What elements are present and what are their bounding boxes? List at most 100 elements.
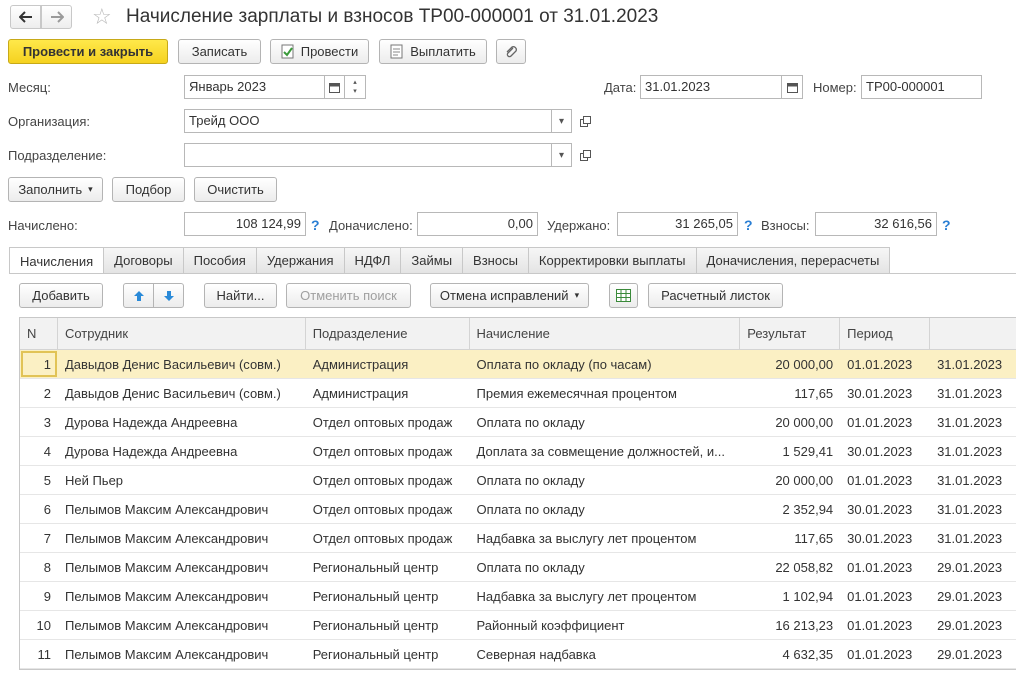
accrual-cell: Оплата по окладу: [476, 415, 585, 430]
table-row[interactable]: 3 Дурова Надежда Андреевна Отдел оптовых п…: [20, 408, 1016, 437]
row-number: 4: [43, 444, 51, 459]
department-cell: Региональный центр: [312, 589, 439, 604]
table-row[interactable]: 8 Пелымов Максим Александрович Региональны…: [20, 553, 1016, 582]
tab-accruals[interactable]: Начисления: [9, 247, 105, 274]
column-header-period[interactable]: Период: [840, 318, 931, 349]
window-title: Начисление зарплаты и взносов ТР00-00000…: [126, 6, 659, 27]
tab-loans[interactable]: Займы: [400, 247, 464, 273]
department-open-button[interactable]: [575, 143, 595, 167]
document-tabs: Начисления Договоры Пособия Удержания НД…: [9, 247, 891, 274]
accrual-cell: Оплата по окладу: [476, 502, 585, 517]
result-cell: 117,65: [794, 386, 834, 401]
accruals-table: N Сотрудник Подразделение Начисление Рез…: [19, 317, 1016, 670]
table-row[interactable]: 10 Пелымов Максим Александрович Региональн…: [20, 611, 1016, 640]
accrued-help-icon[interactable]: ?: [311, 217, 320, 233]
period-end-cell: 29.01.2023: [937, 560, 1003, 575]
stepper-up-icon[interactable]: ▴: [353, 78, 357, 87]
employee-cell: Дурова Надежда Андреевна: [64, 415, 238, 430]
table-row[interactable]: 11 Пелымов Максим Александрович Региональн…: [20, 640, 1016, 669]
month-calendar-button[interactable]: [324, 75, 345, 99]
column-header-result[interactable]: Результат: [740, 318, 841, 349]
cancel-search-button[interactable]: Отменить поиск: [286, 283, 411, 308]
tab-payment-corrections[interactable]: Корректировки выплаты: [527, 247, 697, 273]
period-start-cell: 01.01.2023: [847, 618, 913, 633]
table-row[interactable]: 4 Дурова Надежда Андреевна Отдел оптовых п…: [20, 437, 1016, 466]
tab-contracts[interactable]: Договоры: [103, 247, 184, 273]
employee-cell: Пелымов Максим Александрович: [64, 531, 269, 546]
organization-input[interactable]: Трейд ООО: [184, 109, 552, 133]
accrual-cell: Оплата по окладу: [476, 560, 585, 575]
tab-ndfl[interactable]: НДФЛ: [343, 247, 402, 273]
tab-benefits[interactable]: Пособия: [182, 247, 257, 273]
forward-button[interactable]: [41, 5, 72, 29]
table-row[interactable]: 5 Ней Пьер Отдел оптовых продаж Оплата по о…: [20, 466, 1016, 495]
period-end-cell: 31.01.2023: [937, 502, 1003, 517]
table-row[interactable]: 6 Пелымов Максим Александрович Отдел оптов…: [20, 495, 1016, 524]
post-and-close-button[interactable]: Провести и закрыть: [8, 39, 168, 64]
contributions-help-icon[interactable]: ?: [942, 217, 951, 233]
favorite-star-icon[interactable]: ☆: [92, 5, 112, 29]
organization-open-button[interactable]: [575, 109, 595, 133]
period-end-cell: 31.01.2023: [937, 415, 1003, 430]
withheld-help-icon[interactable]: ?: [744, 217, 753, 233]
table-row[interactable]: 9 Пелымов Максим Александрович Региональны…: [20, 582, 1016, 611]
column-header-employee[interactable]: Сотрудник: [58, 318, 306, 349]
employee-cell: Пелымов Максим Александрович: [64, 560, 269, 575]
table-row[interactable]: 7 Пелымов Максим Александрович Отдел оптов…: [20, 524, 1016, 553]
attach-file-button[interactable]: [496, 39, 526, 64]
department-input[interactable]: [184, 143, 552, 167]
period-end-cell: 29.01.2023: [937, 647, 1003, 662]
save-button[interactable]: Записать: [178, 39, 261, 64]
move-down-button[interactable]: [153, 283, 184, 308]
cancel-corrections-button[interactable]: Отмена исправлений ▾: [430, 283, 589, 308]
calendar-icon: [329, 82, 340, 93]
stepper-down-icon[interactable]: ▾: [353, 87, 357, 96]
arrow-right-icon: [50, 11, 64, 23]
employee-cell: Пелымов Максим Александрович: [64, 502, 269, 517]
fill-button[interactable]: Заполнить ▾: [8, 177, 103, 202]
tab-contributions[interactable]: Взносы: [462, 247, 529, 273]
date-calendar-button[interactable]: [781, 75, 803, 99]
column-header-department[interactable]: Подразделение: [306, 318, 470, 349]
post-document-icon: [281, 44, 294, 59]
accrual-cell: Районный коэффициент: [476, 618, 625, 633]
tab-recalculations[interactable]: Доначисления, перерасчеты: [695, 247, 891, 273]
withheld-label: Удержано:: [547, 218, 611, 233]
move-up-button[interactable]: [123, 283, 154, 308]
clear-button[interactable]: Очистить: [194, 177, 277, 202]
organization-dropdown-button[interactable]: ▾: [551, 109, 572, 133]
result-cell: 20 000,00: [775, 473, 834, 488]
pay-button[interactable]: Выплатить: [379, 39, 487, 64]
add-row-button[interactable]: Добавить: [19, 283, 103, 308]
select-button[interactable]: Подбор: [112, 177, 185, 202]
department-dropdown-button[interactable]: ▾: [551, 143, 572, 167]
post-button[interactable]: Провести: [270, 39, 369, 64]
department-cell: Отдел оптовых продаж: [312, 502, 453, 517]
table-settings-button[interactable]: [609, 283, 638, 308]
find-button[interactable]: Найти...: [204, 283, 277, 308]
table-row[interactable]: 2 Давыдов Денис Васильевич (совм.) Админис…: [20, 379, 1016, 408]
accrued-value: 108 124,99: [184, 212, 306, 236]
fill-button-label: Заполнить: [18, 182, 83, 197]
month-input[interactable]: Январь 2023: [184, 75, 325, 99]
column-header-n[interactable]: N: [20, 318, 58, 349]
payslip-button[interactable]: Расчетный листок: [648, 283, 783, 308]
number-input[interactable]: ТР00-000001: [861, 75, 982, 99]
period-end-cell: 31.01.2023: [937, 444, 1003, 459]
open-window-icon: [579, 115, 591, 127]
table-row[interactable]: 1 Давыдов Денис Васильевич (совм.) Админис…: [20, 350, 1016, 379]
back-button[interactable]: [10, 5, 41, 29]
period-start-cell: 30.01.2023: [847, 531, 913, 546]
contributions-value: 32 616,56: [815, 212, 937, 236]
column-header-period-end[interactable]: [930, 318, 1016, 349]
result-cell: 20 000,00: [775, 415, 834, 430]
date-input[interactable]: 31.01.2023: [640, 75, 782, 99]
post-button-label: Провести: [300, 44, 359, 59]
tab-deductions[interactable]: Удержания: [255, 247, 345, 273]
arrow-left-icon: [18, 11, 32, 23]
month-stepper[interactable]: ▴ ▾: [344, 75, 366, 99]
result-cell: 2 352,94: [782, 502, 834, 517]
contributions-label: Взносы:: [761, 218, 810, 233]
column-header-accrual[interactable]: Начисление: [470, 318, 741, 349]
employee-cell: Пелымов Максим Александрович: [64, 589, 269, 604]
